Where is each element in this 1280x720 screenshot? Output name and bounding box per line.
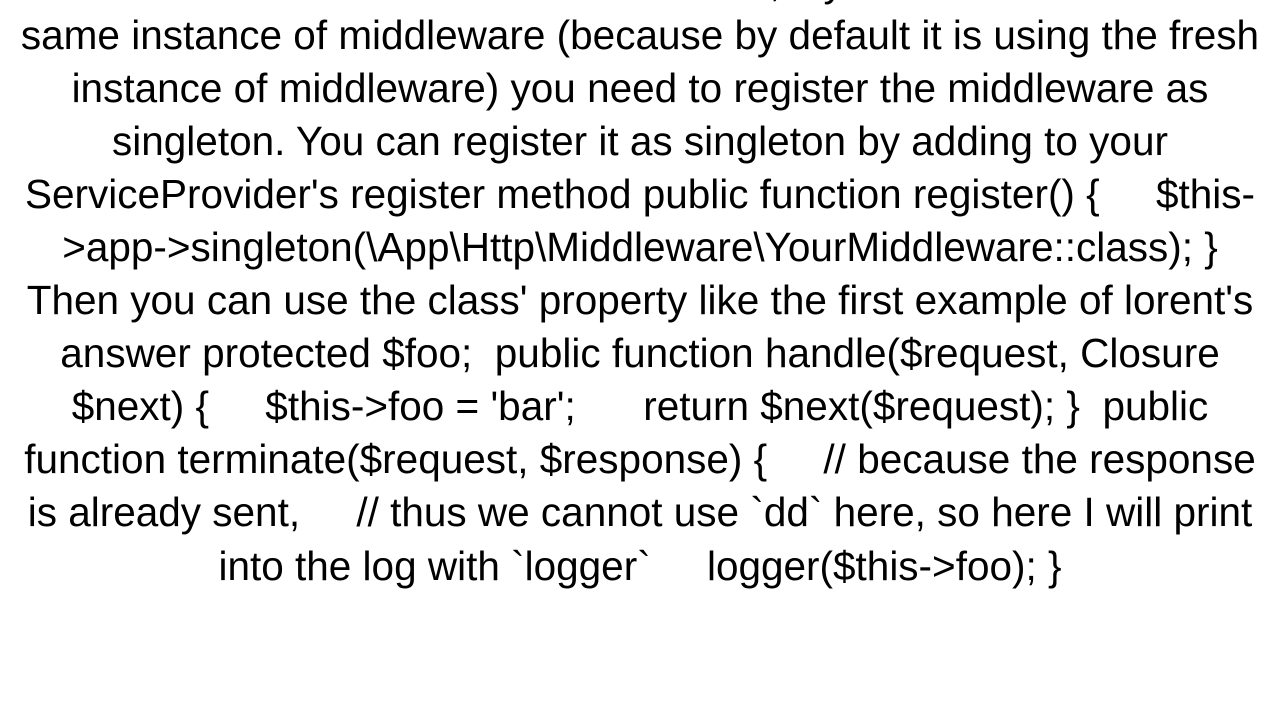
document-content: Answer 1: As mentioned in documentation,…: [0, 0, 1280, 720]
answer-body-text: Answer 1: As mentioned in documentation,…: [10, 0, 1270, 593]
